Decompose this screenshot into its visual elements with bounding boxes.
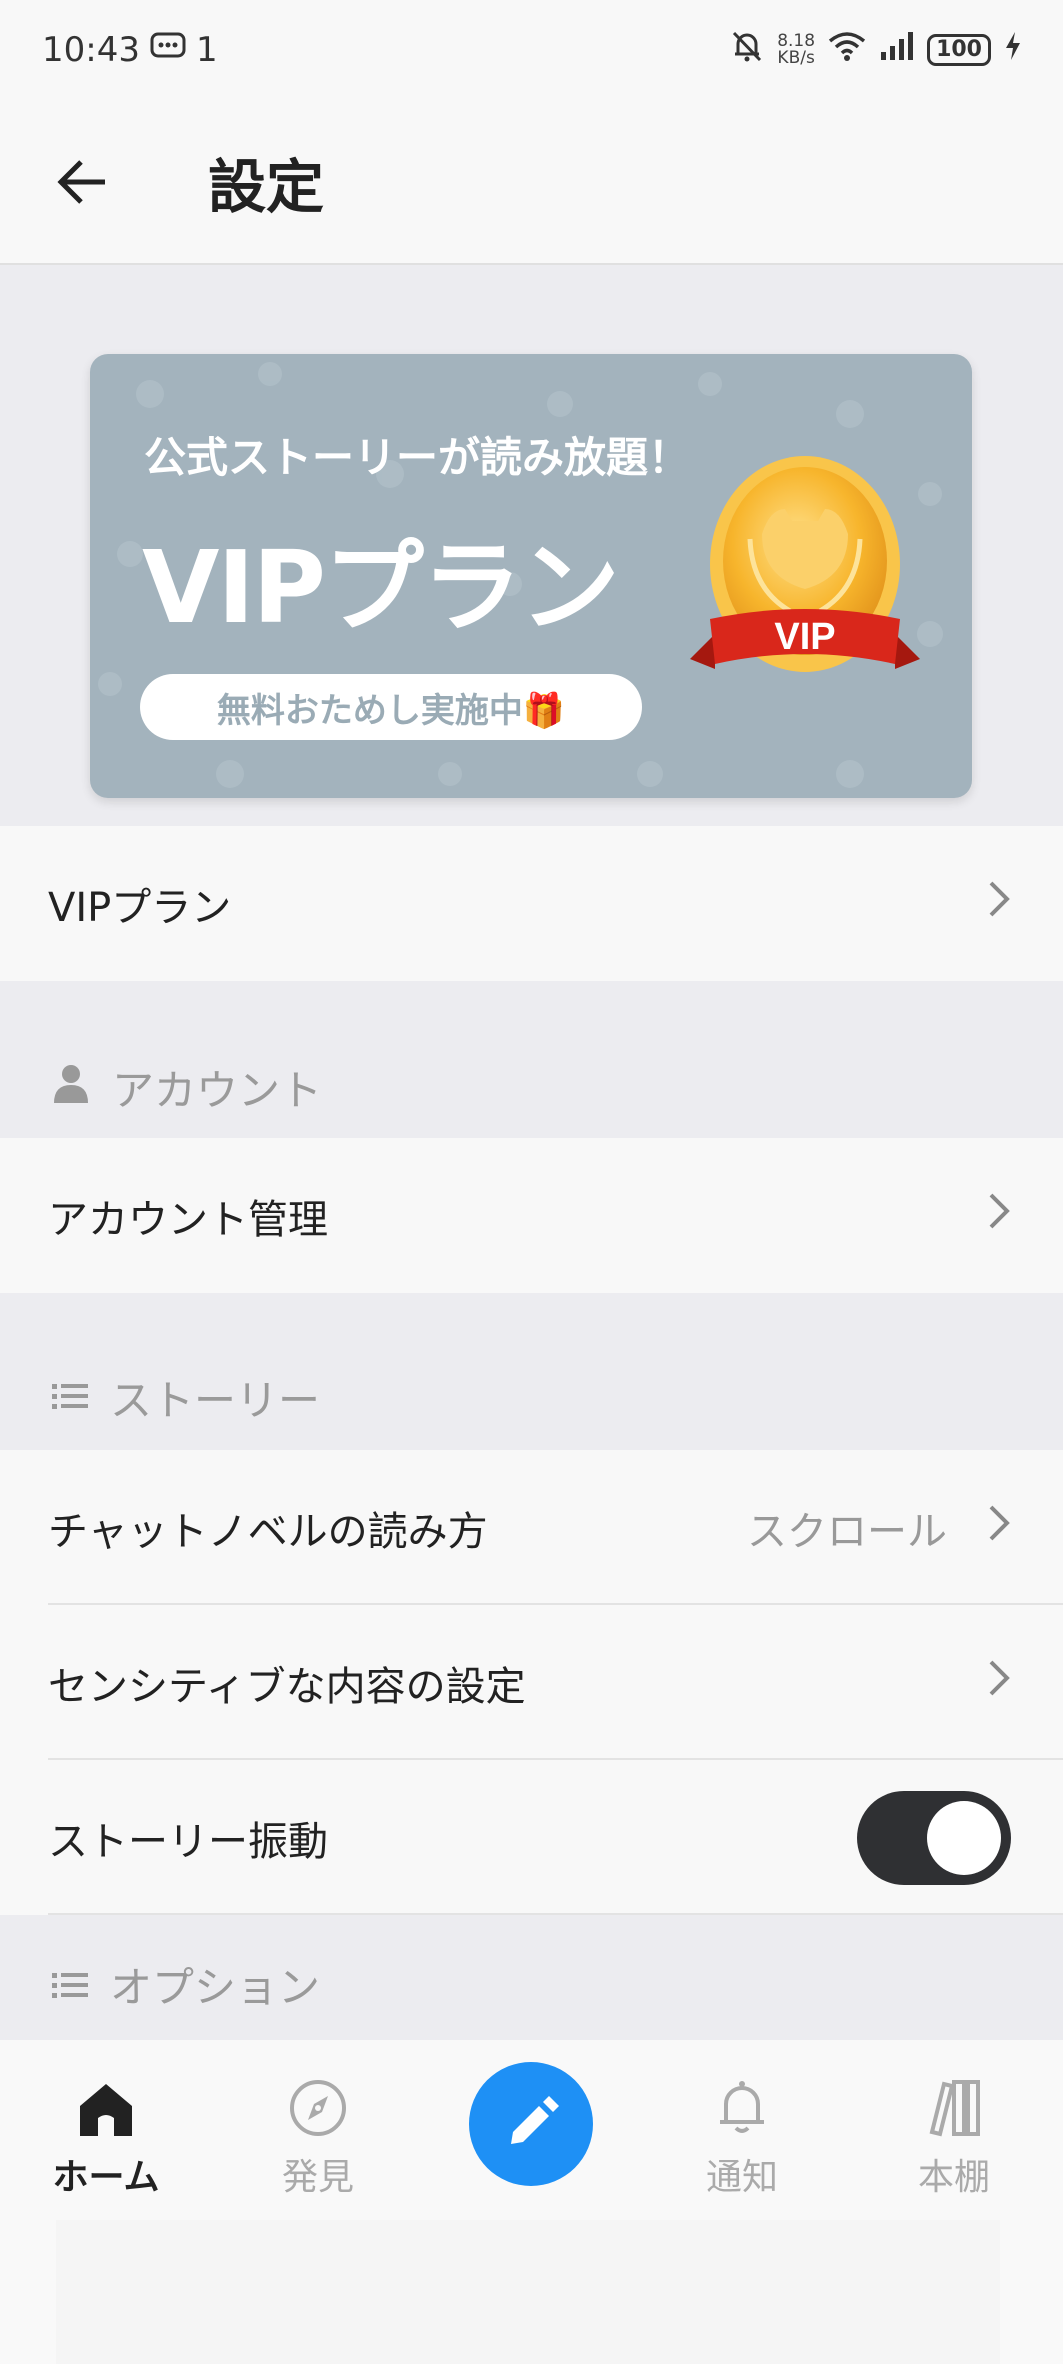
bookshelf-icon (929, 2080, 980, 2137)
nav-notifications-label: 通知 (705, 2157, 778, 2198)
vip-medal-icon: VIP (690, 449, 920, 713)
story-vibration-label: ストーリー振動 (48, 1818, 328, 1865)
nav-bookshelf-label: 本棚 (917, 2157, 990, 2198)
signal-icon (879, 30, 915, 71)
account-list: アカウント管理 (0, 1138, 1063, 1293)
message-icon (150, 30, 186, 70)
nav-home-label: ホーム (52, 2157, 160, 2198)
story-list: チャットノベルの読み方 スクロール センシティブな内容の設定 ストーリー振動 (0, 1450, 1063, 1915)
gesture-area (56, 2220, 1000, 2364)
list-icon (52, 1962, 88, 2011)
chat-novel-reading-row[interactable]: チャットノベルの読み方 スクロール (0, 1450, 1063, 1605)
mute-bell-icon (729, 28, 765, 73)
section-title-story: ストーリー (110, 1376, 321, 1425)
divider (48, 1913, 1063, 1915)
notification-count: 1 (195, 30, 218, 70)
section-header-options: オプション (0, 1940, 1063, 2040)
chevron-right-icon (987, 1503, 1011, 1553)
vip-list: VIPプラン (0, 826, 1063, 981)
section-title-options: オプション (110, 1963, 321, 2012)
network-speed: 8.18 KB/s (777, 31, 816, 68)
chevron-right-icon (987, 1658, 1011, 1708)
pencil-icon (511, 2096, 559, 2144)
vip-plan-row[interactable]: VIPプラン (0, 826, 1063, 981)
nav-bookshelf[interactable]: 本棚 (848, 2040, 1060, 2240)
compass-icon (290, 2080, 346, 2136)
sensitive-content-label: センシティブな内容の設定 (48, 1663, 526, 1710)
nav-notifications[interactable]: 通知 (636, 2040, 848, 2240)
charging-icon (1003, 30, 1023, 71)
nav-home[interactable]: ホーム (0, 2040, 212, 2240)
vip-banner[interactable]: 公式ストーリーが読み放題！ VIPプラン 無料おためし実施中🎁 VIP (90, 354, 972, 798)
free-trial-pill[interactable]: 無料おためし実施中🎁 (140, 674, 642, 740)
chevron-right-icon (987, 879, 1011, 929)
back-button[interactable] (42, 142, 122, 222)
nav-discover-label: 発見 (281, 2157, 354, 2198)
app-bar: 設定 (0, 100, 1063, 265)
vip-plan-label: VIPプラン (48, 884, 232, 931)
person-icon (52, 1063, 90, 1113)
sensitive-content-row[interactable]: センシティブな内容の設定 (0, 1605, 1063, 1760)
status-bar: 10:43 1 8.18 KB/s 100 (0, 0, 1063, 100)
chevron-right-icon (987, 1191, 1011, 1241)
nav-discover[interactable]: 発見 (212, 2040, 424, 2240)
account-management-row[interactable]: アカウント管理 (0, 1138, 1063, 1293)
story-vibration-row: ストーリー振動 (0, 1760, 1063, 1915)
arrow-left-icon (57, 159, 105, 204)
page-title: 設定 (208, 152, 325, 221)
home-icon (80, 2084, 132, 2136)
status-time: 10:43 (42, 30, 140, 70)
list-icon (52, 1373, 88, 1422)
story-vibration-toggle[interactable] (857, 1790, 1011, 1885)
banner-subtitle: 公式ストーリーが読み放題！ (144, 433, 691, 482)
toggle-knob (927, 1800, 1001, 1875)
bottom-navigation: ホーム 発見 通知 本棚 (0, 2040, 1063, 2364)
svg-text:VIP: VIP (774, 616, 835, 658)
wifi-icon (827, 29, 867, 72)
account-management-label: アカウント管理 (48, 1196, 328, 1243)
section-title-account: アカウント (112, 1066, 323, 1115)
bell-icon (720, 2081, 764, 2133)
banner-title: VIPプラン (142, 529, 620, 646)
battery-indicator: 100 (927, 34, 991, 66)
chat-novel-reading-label: チャットノベルの読み方 (48, 1508, 488, 1555)
reading-mode-value: スクロール (747, 1508, 947, 1555)
create-story-button[interactable] (469, 2062, 593, 2186)
